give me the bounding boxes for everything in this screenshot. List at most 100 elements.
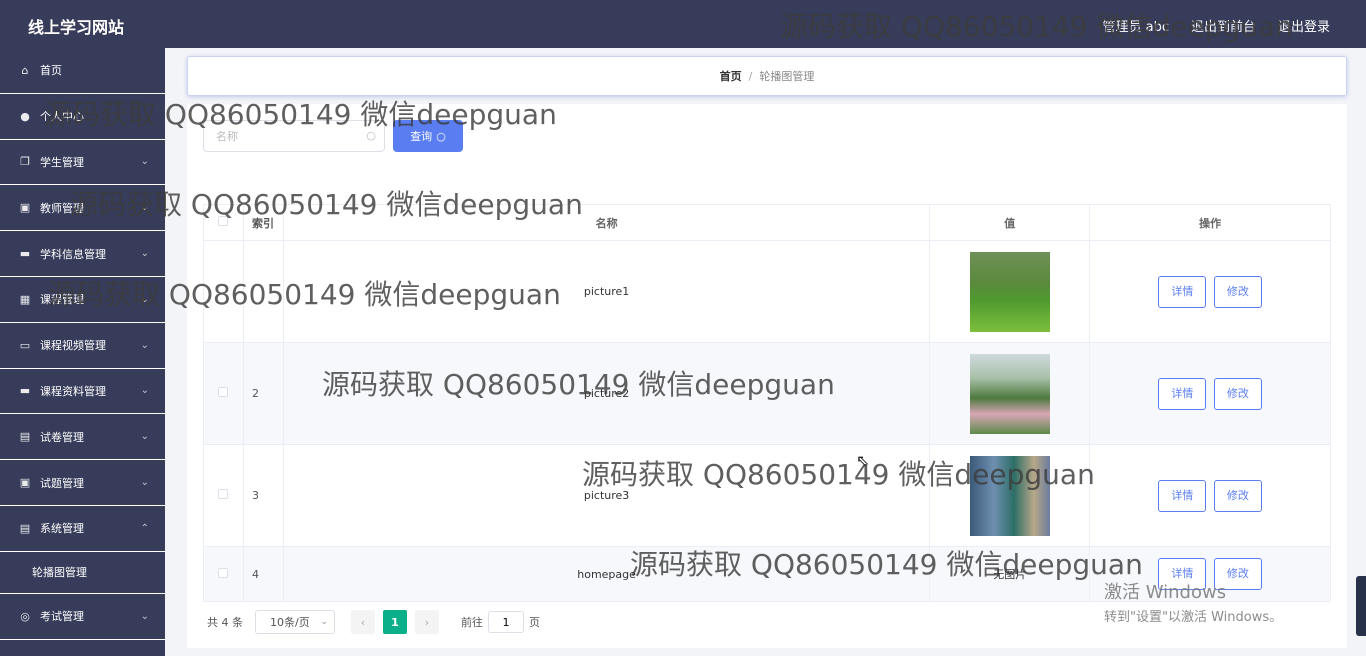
row-checkbox[interactable] bbox=[218, 489, 229, 499]
select-all-checkbox[interactable] bbox=[218, 216, 229, 226]
chevron-down-icon: ⌄ bbox=[140, 610, 149, 622]
sidebar-item-label: 考试管理 bbox=[40, 610, 84, 624]
row-index bbox=[242, 240, 284, 343]
sidebar-subitem-carousel[interactable]: 轮播图管理 bbox=[0, 552, 165, 594]
row-checkbox-cell bbox=[203, 342, 244, 445]
sidebar-item-subjects[interactable]: ▬ 学科信息管理 ⌄ bbox=[0, 231, 165, 277]
exit-to-front-link[interactable]: 退出到前台 bbox=[1191, 16, 1256, 35]
search-icon: ○ bbox=[436, 129, 446, 143]
row-index: 4 bbox=[242, 546, 284, 602]
search-field[interactable]: ○ bbox=[203, 120, 385, 152]
row-checkbox-cell bbox=[203, 240, 244, 343]
chevron-down-icon: ⌄ bbox=[140, 248, 149, 260]
sidebar-item-papers[interactable]: ▤ 试卷管理 ⌄ bbox=[0, 414, 165, 461]
row-name: picture2 bbox=[282, 342, 931, 445]
row-checkbox-cell bbox=[203, 444, 244, 547]
column-header-value: 值 bbox=[929, 204, 1091, 241]
sidebar-item-label: 课程管理 bbox=[40, 293, 84, 307]
scroll-handle[interactable] bbox=[1356, 576, 1366, 636]
column-header-index: 索引 bbox=[242, 204, 284, 241]
carousel-table: 索引 名称 值 操作 picture1 详情 修改 2 picture2 详情 … bbox=[203, 204, 1331, 602]
search-input[interactable] bbox=[204, 121, 354, 151]
top-right-actions: 管理员 abc 退出到前台 退出登录 bbox=[1102, 16, 1330, 35]
detail-button[interactable]: 详情 bbox=[1158, 479, 1207, 512]
detail-button[interactable]: 详情 bbox=[1158, 275, 1207, 308]
detail-button[interactable]: 详情 bbox=[1158, 558, 1207, 590]
row-value bbox=[929, 444, 1091, 547]
sidebar: ⌂ 首页 ● 个人中心 ❐ 学生管理 ⌄ ▣ 教师管理 ⌄ ▬ 学科信息管理 ⌄… bbox=[0, 48, 165, 656]
logout-link[interactable]: 退出登录 bbox=[1278, 16, 1330, 35]
compass-icon: ◎ bbox=[20, 609, 30, 623]
page-size-select[interactable]: 10条/页 ⌄ bbox=[255, 610, 335, 634]
table-row: 4 homepage 无图片 详情 修改 bbox=[203, 546, 1331, 602]
site-title: 线上学习网站 bbox=[28, 18, 125, 37]
sidebar-item-label: 教师管理 bbox=[40, 201, 84, 215]
row-operations: 详情 修改 bbox=[1089, 240, 1331, 343]
sidebar-item-label: 个人中心 bbox=[40, 110, 84, 124]
sidebar-item-course-videos[interactable]: ▭ 课程视频管理 ⌄ bbox=[0, 323, 165, 369]
row-checkbox[interactable] bbox=[218, 387, 229, 397]
page-number-current[interactable]: 1 bbox=[383, 610, 407, 634]
pagination: 共 4 条 10条/页 ⌄ ‹ 1 › 前往 页 bbox=[207, 610, 540, 634]
search-icon: ○ bbox=[366, 129, 376, 142]
sidebar-item-label: 试卷管理 bbox=[40, 430, 84, 444]
query-button-label: 查询 bbox=[410, 130, 433, 143]
sidebar-item-course-materials[interactable]: ▬ 课程资料管理 ⌄ bbox=[0, 369, 165, 415]
park-lawn-image bbox=[969, 251, 1050, 332]
garden-flowers-image bbox=[969, 353, 1050, 434]
edit-button[interactable]: 修改 bbox=[1213, 275, 1262, 308]
interior-image bbox=[969, 455, 1050, 536]
sidebar-item-system[interactable]: ▤ 系统管理 ⌃ bbox=[0, 506, 165, 552]
check-doc-icon: ▣ bbox=[19, 476, 31, 490]
sidebar-item-label: 系统管理 bbox=[40, 522, 84, 536]
row-checkbox[interactable] bbox=[218, 567, 229, 578]
monitor-icon: ▬ bbox=[19, 384, 31, 398]
query-button[interactable]: 查询 ○ bbox=[393, 120, 463, 152]
table-row: 2 picture2 详情 修改 bbox=[203, 342, 1331, 445]
edit-button[interactable]: 修改 bbox=[1213, 479, 1262, 512]
sidebar-item-exams[interactable]: ◎ 考试管理 ⌄ bbox=[0, 594, 165, 640]
row-operations: 详情 修改 bbox=[1089, 546, 1331, 602]
grid-icon: ▦ bbox=[19, 292, 31, 306]
row-checkbox-cell bbox=[203, 546, 244, 602]
prev-page-button[interactable]: ‹ bbox=[351, 610, 375, 634]
chevron-down-icon: ⌄ bbox=[140, 156, 149, 168]
sidebar-item-label: 学科信息管理 bbox=[40, 247, 106, 261]
detail-button[interactable]: 详情 bbox=[1158, 377, 1207, 410]
sidebar-item-label: 学生管理 bbox=[40, 155, 84, 169]
main-content: ○ 查询 ○ 索引 名称 值 操作 picture1 详情 修改 2 pictu… bbox=[187, 104, 1347, 648]
sidebar-item-label: 课程视频管理 bbox=[40, 339, 106, 353]
sidebar-item-profile[interactable]: ● 个人中心 bbox=[0, 94, 165, 140]
sidebar-item-teachers[interactable]: ▣ 教师管理 ⌄ bbox=[0, 185, 165, 232]
user-icon: ● bbox=[20, 109, 30, 123]
row-value bbox=[929, 240, 1091, 343]
breadcrumb-home[interactable]: 首页 bbox=[720, 68, 742, 84]
chevron-down-icon: ⌄ bbox=[140, 293, 149, 305]
row-value-no-image: 无图片 bbox=[929, 546, 1091, 602]
clipboard-icon: ▣ bbox=[19, 201, 31, 215]
sidebar-item-questions[interactable]: ▣ 试题管理 ⌄ bbox=[0, 460, 165, 506]
sidebar-item-students[interactable]: ❐ 学生管理 ⌄ bbox=[0, 140, 165, 186]
chevron-down-icon: ⌄ bbox=[140, 339, 149, 351]
column-header-name: 名称 bbox=[282, 204, 931, 241]
mouse-cursor-icon: ⇖ bbox=[856, 451, 870, 470]
sidebar-item-home[interactable]: ⌂ 首页 bbox=[0, 48, 165, 94]
edit-button[interactable]: 修改 bbox=[1213, 558, 1262, 590]
goto-prefix: 前往 bbox=[461, 616, 483, 629]
sidebar-item-label: 试题管理 bbox=[40, 476, 84, 490]
admin-label: 管理员 abc bbox=[1102, 20, 1169, 35]
edit-button[interactable]: 修改 bbox=[1213, 377, 1262, 410]
next-page-button[interactable]: › bbox=[415, 610, 439, 634]
row-operations: 详情 修改 bbox=[1089, 342, 1331, 445]
chevron-down-icon: ⌄ bbox=[140, 431, 149, 443]
row-value bbox=[929, 342, 1091, 445]
goto-page-input[interactable] bbox=[488, 611, 524, 633]
table-header-row: 索引 名称 值 操作 bbox=[203, 204, 1331, 241]
sidebar-item-courses[interactable]: ▦ 课程管理 ⌄ bbox=[0, 277, 165, 323]
row-index: 3 bbox=[242, 444, 284, 547]
row-name: picture3 bbox=[282, 444, 931, 547]
copy-icon: ❐ bbox=[20, 155, 30, 169]
home-icon: ⌂ bbox=[21, 63, 29, 77]
chat-icon: ▭ bbox=[19, 338, 31, 352]
sidebar-item-label: 首页 bbox=[40, 64, 62, 78]
